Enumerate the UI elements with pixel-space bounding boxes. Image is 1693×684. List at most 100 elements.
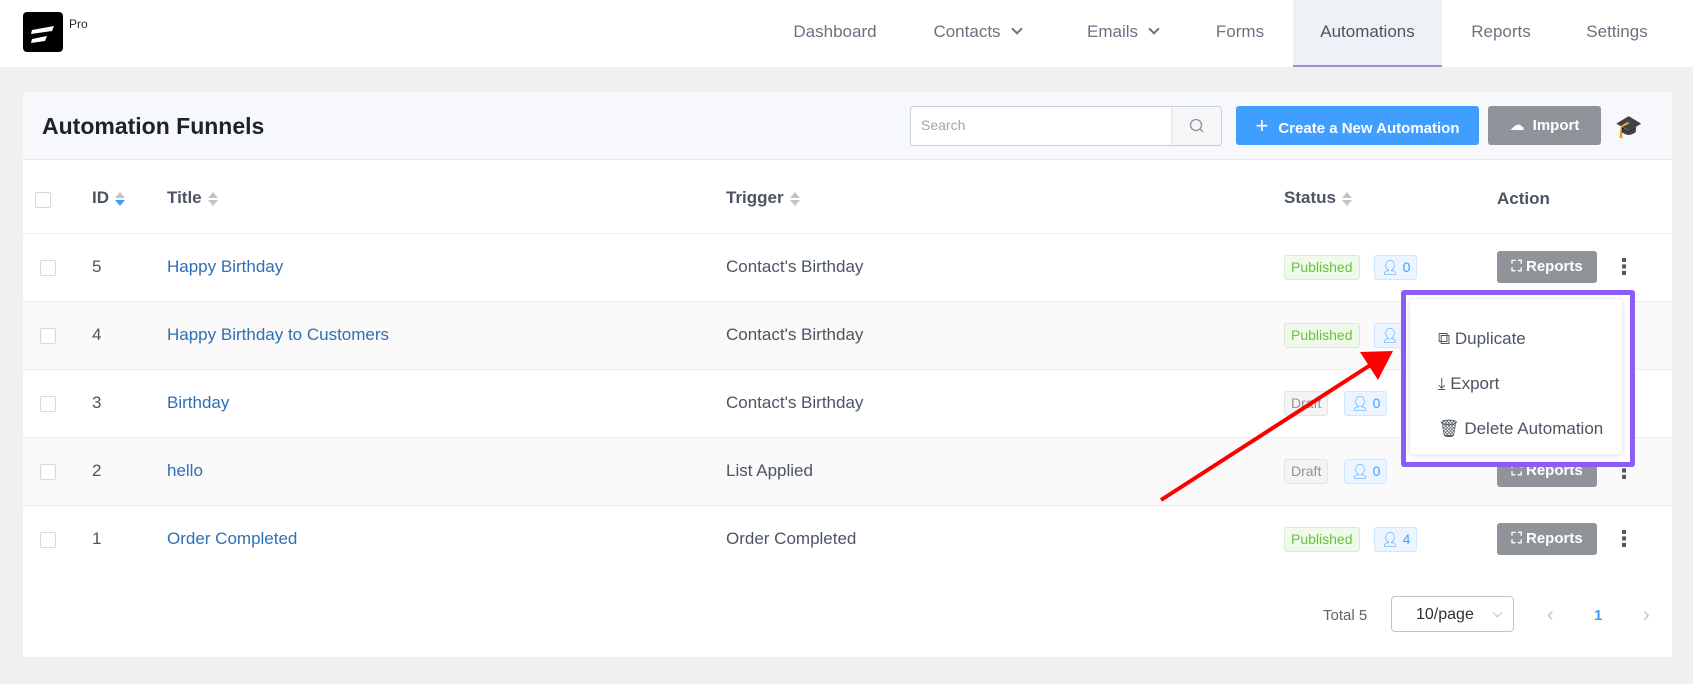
page-size-select[interactable]: 10/page [1391, 596, 1514, 632]
nav-label: Automations [1320, 22, 1415, 41]
export-menu-item[interactable]: ⤓ Export [1438, 374, 1499, 394]
menu-label: Export [1450, 374, 1500, 393]
search-button[interactable] [1171, 107, 1221, 145]
search-icon [1189, 118, 1204, 133]
user-icon: 👤︎ [1351, 395, 1373, 411]
select-all-checkbox[interactable] [35, 192, 51, 208]
row-title-link[interactable]: Happy Birthday [167, 257, 283, 277]
search-input[interactable] [921, 117, 1151, 133]
nav-label: Contacts [933, 22, 1001, 41]
row-title-link[interactable]: hello [167, 461, 203, 481]
user-icon: 👤︎ [1381, 259, 1403, 275]
count-value: 0 [1372, 463, 1381, 479]
download-icon: ⤓ [1438, 374, 1451, 393]
action-dropdown-menu: ⧉ Duplicate ⤓ Export 🗑 Delete Automation [1401, 290, 1635, 467]
column-label: Status [1284, 188, 1336, 207]
prev-page-button[interactable]: ‹ [1547, 604, 1554, 627]
row-checkbox[interactable] [40, 396, 56, 412]
button-label: Reports [1525, 258, 1583, 275]
page-1[interactable]: 1 [1594, 607, 1602, 624]
user-icon: 👤︎ [1351, 463, 1373, 479]
nav-label: Dashboard [793, 22, 877, 41]
chart-presentation-icon: ⛶ [1511, 258, 1526, 275]
row-title-link[interactable]: Order Completed [167, 529, 297, 549]
sort-icon[interactable] [207, 191, 218, 207]
count-value: 4 [1402, 531, 1411, 547]
row-id: 3 [92, 393, 102, 412]
status-badge: Draft [1284, 391, 1329, 416]
row-trigger: List Applied [726, 461, 813, 480]
nav-label: Settings [1586, 22, 1648, 41]
row-trigger: Contact's Birthday [726, 393, 864, 412]
dropdown-panel: ⧉ Duplicate ⤓ Export 🗑 Delete Automation [1409, 298, 1623, 455]
column-action: Action [1497, 189, 1550, 208]
subscriber-count-badge[interactable]: 👤︎ 0 [1344, 391, 1388, 416]
nav-label: Reports [1471, 22, 1531, 41]
page-size-value: 10/page [1416, 606, 1474, 623]
row-checkbox[interactable] [40, 328, 56, 344]
chevron-down-icon [1010, 23, 1023, 35]
reports-button[interactable]: ⛶ Reports [1497, 251, 1597, 283]
user-icon: 👤︎ [1381, 327, 1403, 343]
row-checkbox[interactable] [40, 260, 56, 276]
nav-settings[interactable]: Settings [1572, 0, 1662, 67]
nav-reports[interactable]: Reports [1460, 0, 1542, 67]
nav-contacts[interactable]: Contacts [912, 0, 1042, 67]
status-badge: Published [1284, 527, 1360, 552]
nav-label: Emails [1086, 22, 1138, 41]
row-checkbox[interactable] [40, 464, 56, 480]
row-checkbox[interactable] [40, 532, 56, 548]
more-actions-icon[interactable]: ⋮ [1613, 251, 1635, 283]
button-label: Import [1532, 117, 1580, 134]
nav-dashboard[interactable]: Dashboard [785, 0, 885, 67]
row-trigger: Order Completed [726, 529, 857, 548]
nav-emails[interactable]: Emails [1065, 0, 1180, 67]
column-title[interactable]: Title [167, 188, 218, 208]
subscriber-count-badge[interactable]: 👤︎ 0 [1344, 459, 1388, 484]
next-page-button[interactable]: › [1643, 604, 1650, 627]
button-label: Reports [1525, 530, 1583, 547]
create-automation-button[interactable]: + Create a New Automation [1236, 106, 1479, 145]
trash-icon: 🗑 [1438, 419, 1465, 438]
import-button[interactable]: ☁ Import [1488, 106, 1601, 145]
nav-automations[interactable]: Automations [1293, 0, 1442, 67]
column-id[interactable]: ID [92, 188, 125, 208]
row-trigger: Contact's Birthday [726, 257, 864, 276]
page-title: Automation Funnels [42, 113, 265, 139]
total-count: Total 5 [1323, 607, 1368, 624]
user-icon: 👤︎ [1381, 531, 1403, 547]
table-row: 1 Order Completed Order Completed Publis… [23, 505, 1672, 573]
column-trigger[interactable]: Trigger [726, 188, 800, 208]
status-badge: Published [1284, 255, 1360, 280]
row-id: 2 [92, 461, 102, 480]
reports-button[interactable]: ⛶ Reports [1497, 523, 1597, 555]
cloud-upload-icon: ☁ [1509, 117, 1525, 134]
row-title-link[interactable]: Happy Birthday to Customers [167, 325, 389, 345]
subscriber-count-badge[interactable]: 👤︎ 4 [1374, 527, 1418, 552]
row-trigger: Contact's Birthday [726, 325, 864, 344]
subscriber-count-badge[interactable]: 👤︎ 0 [1374, 255, 1418, 280]
sort-icon[interactable] [789, 191, 800, 207]
column-label: Title [167, 188, 202, 207]
sort-icon[interactable] [1341, 191, 1352, 207]
search-box [910, 106, 1222, 146]
row-id: 5 [92, 257, 102, 276]
duplicate-menu-item[interactable]: ⧉ Duplicate [1438, 329, 1526, 349]
chevron-down-icon [1148, 23, 1160, 35]
fluentcrm-logo[interactable] [23, 12, 63, 52]
top-nav: Pro Dashboard Contacts Emails Forms Auto… [0, 0, 1693, 67]
row-title-link[interactable]: Birthday [167, 393, 229, 413]
nav-label: Forms [1215, 22, 1265, 41]
pro-badge: Pro [69, 17, 88, 31]
column-label: Trigger [726, 188, 784, 207]
sort-icon[interactable] [115, 191, 125, 207]
graduation-cap-icon[interactable]: 🎓 [1615, 114, 1642, 140]
delete-automation-menu-item[interactable]: 🗑 Delete Automation [1438, 419, 1603, 439]
card-header: Automation Funnels + Create a New Automat… [23, 92, 1672, 160]
more-actions-icon[interactable]: ⋮ [1613, 523, 1635, 555]
column-status[interactable]: Status [1284, 188, 1352, 208]
row-id: 4 [92, 325, 102, 344]
nav-forms[interactable]: Forms [1200, 0, 1280, 67]
count-value: 0 [1372, 395, 1381, 411]
status-badge: Published [1284, 323, 1360, 348]
